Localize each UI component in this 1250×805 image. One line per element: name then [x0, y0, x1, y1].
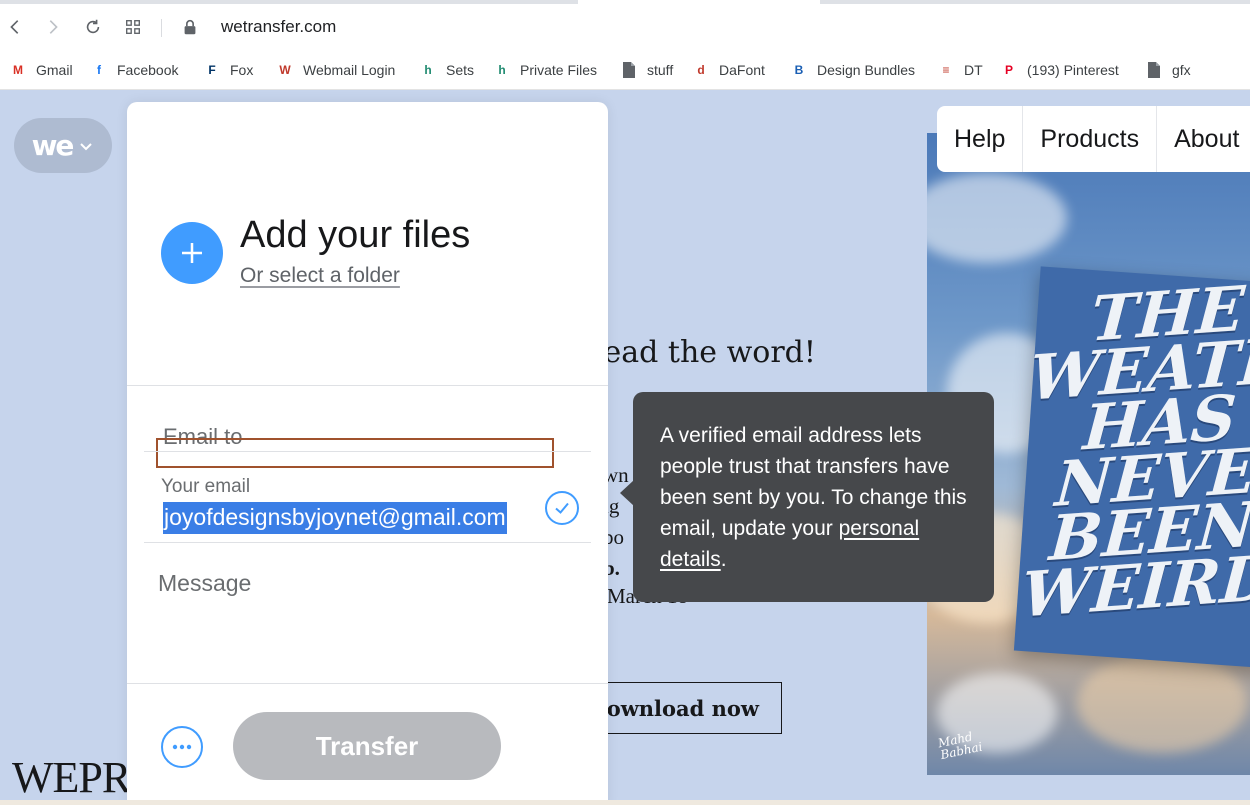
nav-help[interactable]: Help	[937, 106, 1024, 172]
bookmark-label: Gmail	[36, 62, 73, 78]
divider	[127, 385, 608, 386]
dt-icon: ≡	[942, 63, 950, 77]
plus-icon	[182, 243, 202, 263]
bookmark-sets[interactable]: h Sets	[418, 59, 474, 81]
gmail-icon: M	[13, 63, 23, 77]
bookmark-label: Fox	[230, 62, 254, 78]
bookmark-file[interactable]: gfx	[1144, 59, 1191, 81]
bookmark-label: Webmail Login	[303, 62, 396, 78]
artist-signature: Mahd Babhai	[936, 729, 984, 763]
bookmark-label: DaFont	[719, 62, 765, 78]
pinterest-icon: P	[1004, 63, 1013, 77]
cloud-shape	[927, 173, 1067, 263]
file-icon	[1144, 60, 1164, 80]
fox-icon: F	[208, 63, 216, 77]
address-bar[interactable]: wetransfer.com	[221, 17, 336, 37]
bookmark-private-files[interactable]: h Private Files	[492, 59, 597, 81]
chevron-down-icon	[80, 142, 93, 150]
webmail-icon: W	[279, 63, 291, 77]
field-underline	[144, 451, 591, 452]
checkmark-icon	[555, 502, 569, 514]
add-files-button[interactable]	[161, 222, 223, 284]
field-underline	[144, 542, 591, 543]
private-files-icon: h	[498, 63, 506, 77]
top-nav: Help Products About	[937, 106, 1250, 172]
bookmark-fox[interactable]: F Fox	[202, 59, 253, 81]
toolbar-divider	[161, 19, 162, 37]
reload-icon	[86, 19, 100, 34]
bookmark-webmail[interactable]: W Webmail Login	[275, 59, 395, 81]
your-email-label: Your email	[161, 476, 251, 497]
bookmark-dt[interactable]: ≡ DT	[936, 59, 983, 81]
bookmark-file[interactable]: stuff	[619, 59, 673, 81]
browser-toolbar: wetransfer.com	[0, 4, 1250, 50]
bookmarks-bar: M Gmail f Facebook F Fox W Webmail Login h Sets h P…	[0, 50, 1250, 90]
divider	[127, 683, 608, 684]
transfer-panel: Add your files Or select a folder Email …	[127, 102, 608, 805]
add-files-title[interactable]: Add your files	[240, 214, 470, 257]
bookmark-label: gfx	[1172, 62, 1191, 78]
your-email-field[interactable]: joyofdesignsbyjoynet@gmail.com	[163, 502, 507, 534]
wetransfer-logo: we	[31, 129, 75, 162]
verified-email-tooltip: A verified email address lets people tru…	[633, 392, 994, 602]
file-icon	[619, 60, 639, 80]
transfer-button[interactable]: Transfer	[233, 712, 501, 780]
nav-about[interactable]: About	[1157, 106, 1250, 172]
design-bundles-icon: B	[794, 63, 804, 77]
bookmark-label: DT	[964, 62, 983, 78]
bookmark-pinterest[interactable]: P (193) Pinterest	[999, 59, 1119, 81]
reload-button[interactable]	[80, 14, 106, 40]
more-options-button[interactable]	[161, 726, 203, 768]
wetransfer-logo-menu[interactable]: we	[14, 118, 112, 173]
bookmark-label: Sets	[446, 62, 475, 78]
cloud-shape	[1077, 653, 1247, 753]
apps-button[interactable]	[120, 14, 146, 40]
select-folder-link[interactable]: Or select a folder	[240, 264, 400, 288]
poster-lettering: THE WEATH HAS NEVE BEEN WEIRD	[1019, 272, 1250, 632]
grid-icon	[126, 20, 140, 34]
message-field[interactable]: Message	[158, 570, 251, 597]
dafont-icon: d	[697, 63, 705, 77]
wetransfer-page: we THE WEATH HAS NEVE BEEN WEIRD Mahd Babhai H…	[0, 90, 1250, 805]
tooltip-text-end: .	[720, 548, 727, 571]
arrow-left-icon	[10, 20, 19, 34]
bookmark-label: (193) Pinterest	[1027, 62, 1119, 78]
ellipsis-icon	[172, 744, 192, 750]
bookmark-facebook[interactable]: f Facebook	[89, 59, 178, 81]
bookmark-design-bundles[interactable]: B Design Bundles	[789, 59, 915, 81]
bookmark-label: stuff	[647, 62, 674, 78]
bottom-strip	[0, 800, 1250, 805]
lock-icon[interactable]	[181, 18, 199, 36]
tooltip-arrow	[620, 480, 634, 506]
verified-check-icon[interactable]	[545, 491, 579, 525]
tooltip-text: A verified email address lets people tru…	[660, 424, 967, 540]
bookmark-gmail[interactable]: M Gmail	[8, 59, 73, 81]
arrow-right-icon	[49, 20, 58, 34]
nav-products[interactable]: Products	[1023, 106, 1158, 172]
bookmark-dafont[interactable]: d DaFont	[691, 59, 765, 81]
facebook-icon: f	[97, 63, 101, 77]
bookmark-label: Private Files	[520, 62, 598, 78]
poster-image: THE WEATH HAS NEVE BEEN WEIRD	[1013, 266, 1250, 669]
download-now-button[interactable]: Download now	[578, 682, 782, 734]
sets-icon: h	[424, 63, 432, 77]
forward-button[interactable]	[40, 14, 66, 40]
email-to-field[interactable]	[156, 438, 554, 468]
bookmark-label: Facebook	[117, 62, 179, 78]
bookmark-label: Design Bundles	[817, 62, 916, 78]
back-button[interactable]	[2, 14, 28, 40]
